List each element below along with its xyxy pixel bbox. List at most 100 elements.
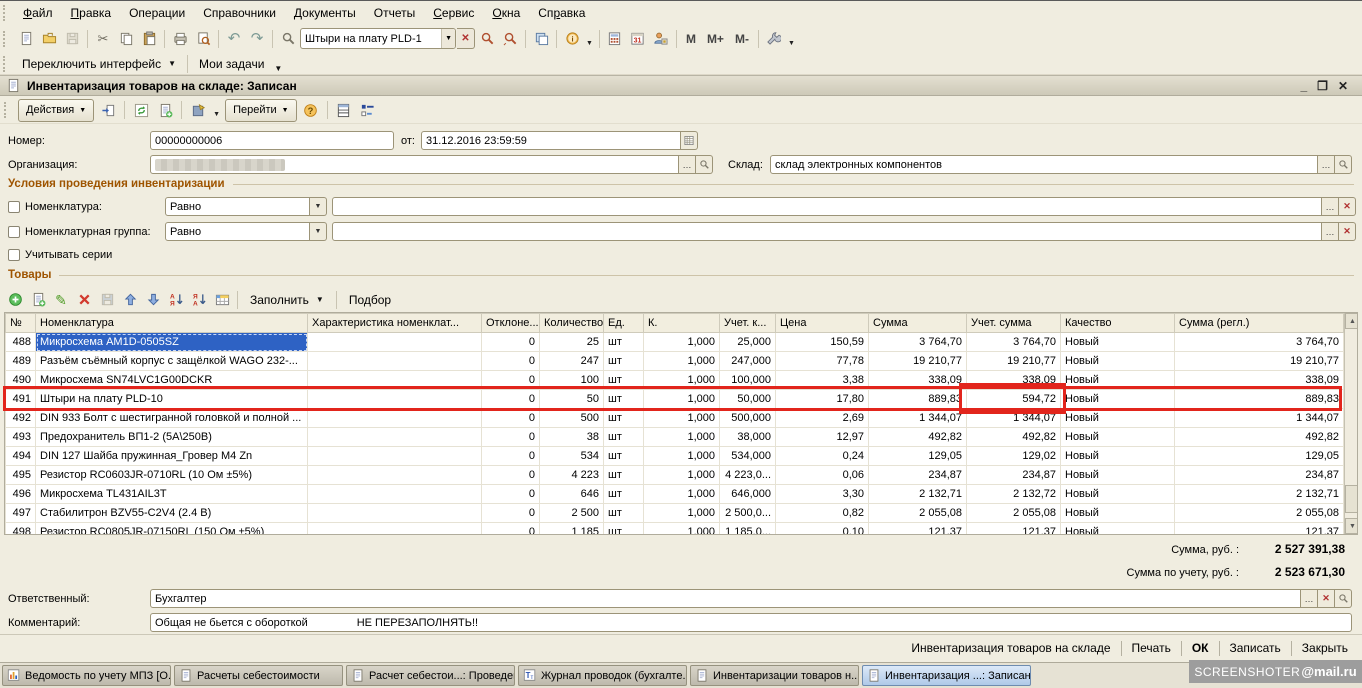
taskbar-item[interactable]: Ведомость по учету МПЗ [О... [2, 665, 171, 686]
new-document-icon[interactable] [15, 28, 37, 50]
user-session-icon[interactable] [650, 28, 672, 50]
table-cell[interactable]: 491 [6, 390, 36, 409]
scrollbar-thumb[interactable] [1345, 485, 1358, 513]
print-preview-icon[interactable] [192, 28, 214, 50]
toolbar-grip[interactable] [3, 56, 10, 72]
table-cell[interactable]: 1 185,0... [720, 523, 776, 536]
table-cell[interactable]: 0 [482, 428, 540, 447]
table-cell[interactable] [308, 352, 482, 371]
table-cell[interactable]: 498 [6, 523, 36, 536]
table-cell[interactable] [308, 504, 482, 523]
ellipsis-button[interactable]: … [679, 155, 696, 174]
table-cell[interactable]: Новый [1061, 390, 1175, 409]
table-cell[interactable]: 4 223,0... [720, 466, 776, 485]
memory-mminus-button[interactable]: M- [730, 32, 754, 46]
table-cell[interactable]: 17,80 [776, 390, 869, 409]
ellipsis-button[interactable]: … [1322, 197, 1339, 216]
table-cell[interactable]: шт [604, 523, 644, 536]
table-cell[interactable]: 0,10 [776, 523, 869, 536]
table-cell[interactable]: 2,69 [776, 409, 869, 428]
condition-operator-select[interactable]: Равно ▼ [165, 197, 327, 216]
table-cell[interactable] [308, 485, 482, 504]
find-next-icon[interactable] [476, 28, 498, 50]
checkbox-icon[interactable] [8, 201, 20, 213]
table-cell[interactable]: 121,37 [967, 523, 1061, 536]
column-header[interactable]: № [6, 314, 36, 333]
condition-value-field[interactable]: … ✕ [332, 197, 1356, 216]
table-cell[interactable]: 129,05 [1175, 447, 1344, 466]
table-cell[interactable]: 234,87 [1175, 466, 1344, 485]
column-header[interactable]: Цена [776, 314, 869, 333]
table-cell[interactable]: шт [604, 466, 644, 485]
table-cell[interactable]: 150,59 [776, 333, 869, 352]
table-cell[interactable]: шт [604, 485, 644, 504]
cut-icon[interactable]: ✂ [92, 28, 114, 50]
menu-item-5[interactable]: Документы [285, 3, 365, 23]
table-cell[interactable] [308, 466, 482, 485]
table-cell[interactable]: 2 055,08 [967, 504, 1061, 523]
table-cell[interactable]: 2 055,08 [869, 504, 967, 523]
table-cell[interactable]: шт [604, 504, 644, 523]
table-cell[interactable]: Новый [1061, 409, 1175, 428]
memory-mplus-button[interactable]: M+ [702, 32, 729, 46]
date-field[interactable]: 31.12.2016 23:59:59 [421, 131, 698, 150]
table-cell[interactable]: 1,000 [644, 390, 720, 409]
save-post-icon[interactable] [187, 99, 209, 121]
table-cell[interactable]: 0 [482, 523, 540, 536]
clear-button[interactable]: ✕ [1318, 589, 1335, 608]
my-tasks-button[interactable]: Мои задачи [191, 55, 272, 73]
condition-checkbox-row[interactable]: Номенклатурная группа: [8, 226, 151, 238]
table-cell[interactable]: шт [604, 333, 644, 352]
table-cell[interactable]: 1 344,07 [1175, 409, 1344, 428]
table-cell[interactable]: шт [604, 428, 644, 447]
add-copy-row-icon[interactable] [27, 289, 49, 311]
table-cell[interactable]: 2 500 [540, 504, 604, 523]
chevron-down-icon[interactable]: ▼ [310, 222, 327, 241]
table-row[interactable]: 496Микросхема TL431AIL3T0646шт1,000646,0… [6, 485, 1344, 504]
search-clear-button[interactable]: ✕ [457, 28, 475, 49]
toolbar-overflow-icon[interactable]: ▼ [274, 64, 282, 73]
clear-button[interactable]: ✕ [1339, 222, 1356, 241]
column-header[interactable]: Характеристика номенклат... [308, 314, 482, 333]
table-cell[interactable]: 100,000 [720, 371, 776, 390]
ellipsis-button[interactable]: … [1322, 222, 1339, 241]
magnifier-button[interactable] [1335, 155, 1352, 174]
organization-field[interactable]: … [150, 155, 713, 174]
table-cell[interactable]: Предохранитель ВП1-2 (5А\250В) [36, 428, 308, 447]
toolbar-grip[interactable] [3, 5, 10, 21]
table-cell[interactable]: 1,000 [644, 371, 720, 390]
table-cell[interactable]: 19 210,77 [869, 352, 967, 371]
column-header[interactable]: Сумма [869, 314, 967, 333]
menu-item-6[interactable]: Отчеты [365, 3, 424, 23]
table-cell[interactable]: 1,000 [644, 409, 720, 428]
refresh-icon[interactable] [130, 99, 152, 121]
table-cell[interactable]: 100 [540, 371, 604, 390]
column-header[interactable]: Сумма (регл.) [1175, 314, 1344, 333]
help-icon[interactable]: ? [300, 99, 322, 121]
table-cell[interactable]: 0 [482, 352, 540, 371]
copy-icon[interactable] [115, 28, 137, 50]
table-cell[interactable]: 0 [482, 466, 540, 485]
warehouse-field[interactable]: склад электронных компонентов … [770, 155, 1352, 174]
table-cell[interactable]: Новый [1061, 352, 1175, 371]
table-cell[interactable]: Стабилитрон BZV55-C2V4 (2.4 В) [36, 504, 308, 523]
delete-row-icon[interactable] [73, 289, 95, 311]
footer-button-5[interactable]: Закрыть [1292, 638, 1358, 658]
table-cell[interactable]: 1,000 [644, 523, 720, 536]
taskbar-item[interactable]: Инвентаризации товаров н... [690, 665, 859, 686]
table-cell[interactable]: 38,000 [720, 428, 776, 447]
menu-item-3[interactable]: Операции [120, 3, 194, 23]
calculator-icon[interactable] [604, 28, 626, 50]
table-cell[interactable]: 492,82 [1175, 428, 1344, 447]
table-cell[interactable]: 121,37 [869, 523, 967, 536]
table-cell[interactable]: 0 [482, 504, 540, 523]
toolbar-grip[interactable] [3, 31, 10, 47]
table-cell[interactable]: 121,37 [1175, 523, 1344, 536]
sort-asc-icon[interactable]: АЯ [165, 289, 187, 311]
table-cell[interactable] [308, 523, 482, 536]
scroll-down-icon[interactable]: ▼ [1345, 518, 1358, 534]
structure-settings-icon[interactable] [357, 99, 379, 121]
table-cell[interactable]: 489 [6, 352, 36, 371]
list-settings-icon[interactable] [333, 99, 355, 121]
table-cell[interactable]: 1 185 [540, 523, 604, 536]
